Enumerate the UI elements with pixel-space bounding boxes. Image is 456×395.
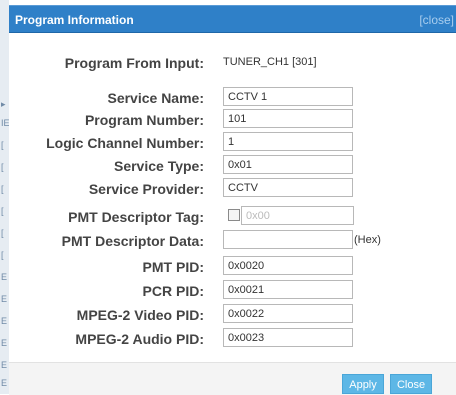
logic-channel-number-row: Logic Channel Number: 1 [9,131,456,153]
service-name-label: Service Name: [107,90,204,106]
pmt-descriptor-data-label: PMT Descriptor Data: [61,233,204,249]
service-type-row: Service Type: 0x01 [9,154,456,176]
program-information-dialog: Program Information [close] Program From… [9,0,456,395]
service-provider-label: Service Provider: [88,181,204,197]
video-pid-row: MPEG-2 Video PID: 0x0022 [9,303,456,325]
program-number-label: Program Number: [84,112,204,128]
audio-pid-input[interactable]: 0x0023 [223,328,353,347]
pmt-descriptor-data-row: PMT Descriptor Data: (Hex) [9,229,456,251]
close-button[interactable]: Close [390,374,432,394]
logic-channel-number-input[interactable]: 1 [223,132,353,151]
program-number-input[interactable]: 101 [223,109,353,128]
pcr-pid-row: PCR PID: 0x0021 [9,279,456,301]
pmt-pid-row: PMT PID: 0x0020 [9,255,456,277]
close-link[interactable]: [close] [419,13,454,27]
service-name-row: Service Name: CCTV 1 [9,86,456,108]
program-number-row: Program Number: 101 [9,108,456,130]
pmt-descriptor-tag-label: PMT Descriptor Tag: [68,209,204,225]
program-from-input-label: Program From Input: [64,55,204,71]
pcr-pid-input[interactable]: 0x0021 [223,280,353,299]
service-provider-input[interactable]: CCTV [223,178,353,197]
pmt-pid-label: PMT PID: [142,259,204,275]
audio-pid-row: MPEG-2 Audio PID: 0x0023 [9,327,456,349]
hex-suffix: (Hex) [354,234,381,246]
pmt-pid-input[interactable]: 0x0020 [223,256,353,275]
service-provider-row: Service Provider: CCTV [9,177,456,199]
dialog-footer: Apply Close [9,362,456,395]
program-from-input-value: TUNER_CH1 [301] [223,56,317,68]
program-from-input-row: Program From Input: TUNER_CH1 [301] [9,51,456,73]
logic-channel-number-label: Logic Channel Number: [46,135,204,151]
pmt-descriptor-tag-checkbox[interactable] [228,209,240,221]
pmt-descriptor-tag-row: PMT Descriptor Tag: 0x00 [9,205,456,227]
dialog-title: Program Information [15,13,134,27]
dialog-title-bar: Program Information [close] [9,5,456,33]
audio-pid-label: MPEG-2 Audio PID: [75,331,204,347]
service-name-input[interactable]: CCTV 1 [223,87,353,106]
pcr-pid-label: PCR PID: [142,283,204,299]
service-type-label: Service Type: [113,158,204,174]
video-pid-label: MPEG-2 Video PID: [76,307,204,323]
service-type-input[interactable]: 0x01 [223,155,353,174]
pmt-descriptor-tag-input[interactable]: 0x00 [241,206,354,225]
pmt-descriptor-data-input[interactable] [223,230,353,249]
video-pid-input[interactable]: 0x0022 [223,304,353,323]
apply-button[interactable]: Apply [342,374,384,394]
